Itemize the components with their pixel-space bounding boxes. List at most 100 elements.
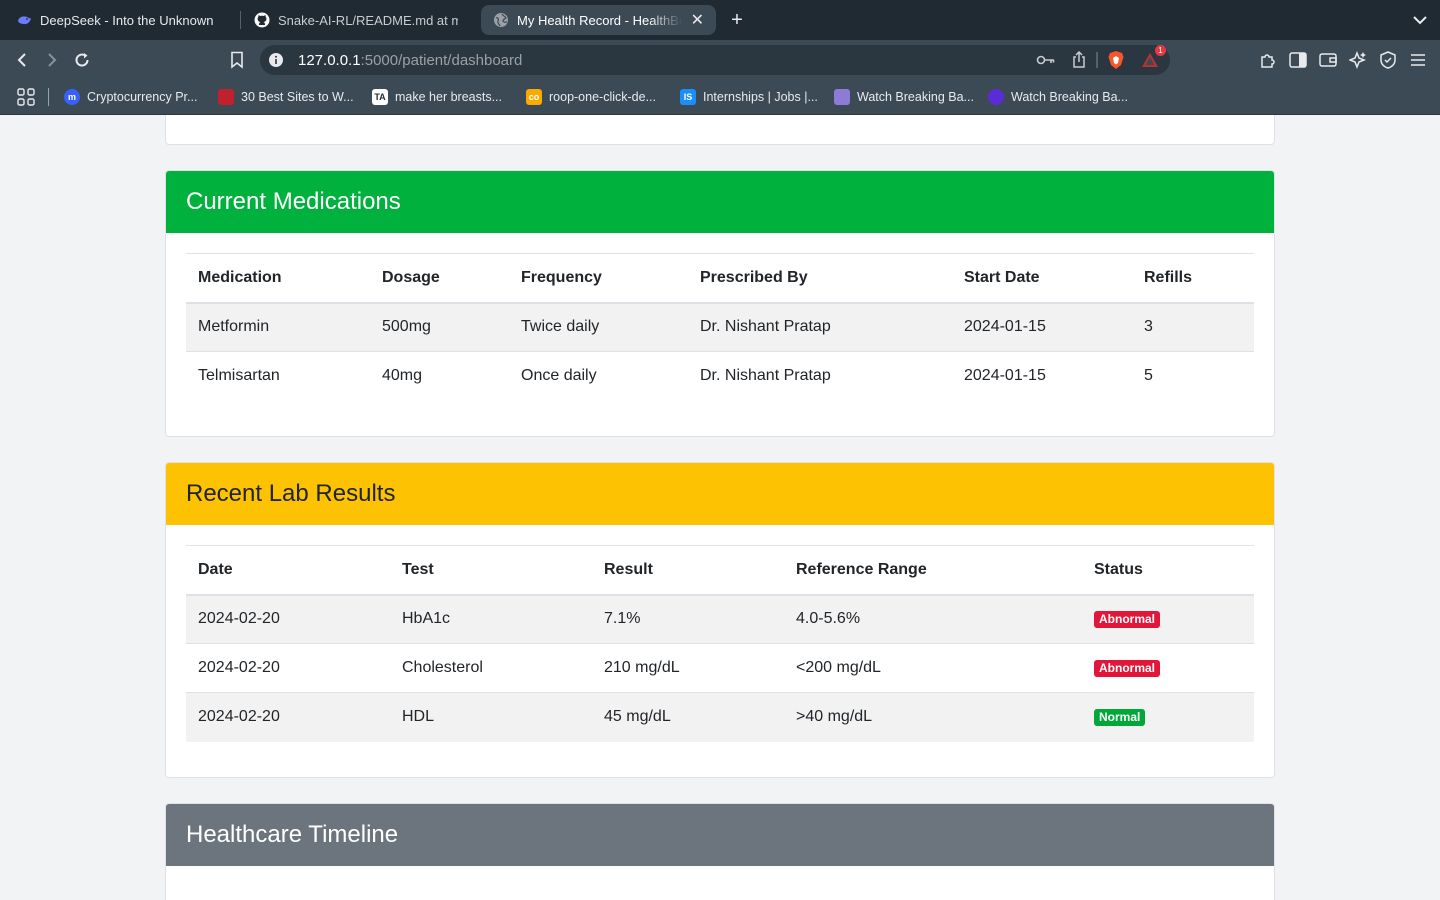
tab-title: My Health Record - HealthBridge — [517, 12, 682, 28]
tab-github[interactable]: Snake-AI-RL/README.md at main — [242, 5, 470, 35]
medications-card: Current Medications Medication Dosage Fr… — [165, 170, 1275, 437]
medications-title: Current Medications — [186, 188, 401, 215]
timeline-header: Healthcare Timeline — [166, 804, 1274, 866]
bookmark-item[interactable]: IS Internships | Jobs |... — [680, 88, 818, 106]
col-start-date: Start Date — [952, 253, 1132, 304]
medication-prescriber: Dr. Nishant Pratap — [700, 367, 831, 385]
url-text: 127.0.0.1:5000/patient/dashboard — [298, 52, 522, 69]
lab-reference-range: >40 mg/dL — [784, 692, 1082, 742]
site-info-icon[interactable] — [268, 52, 284, 68]
lab-results-table: Date Test Result Reference Range Status … — [186, 545, 1254, 742]
col-status: Status — [1082, 545, 1254, 596]
tab-health-record[interactable]: My Health Record - HealthBridge ✕ — [481, 5, 716, 35]
bookmark-label: Watch Breaking Ba... — [857, 90, 974, 104]
menu-icon[interactable] — [1406, 48, 1430, 72]
chevron-down-icon[interactable] — [1410, 8, 1430, 32]
col-prescribed-by: Prescribed By — [688, 253, 952, 304]
bookmark-item[interactable]: co roop-one-click-de... — [526, 88, 656, 106]
col-reference-range: Reference Range — [784, 545, 1082, 596]
medication-refills: 3 — [1132, 302, 1254, 352]
sidebar-icon[interactable] — [1286, 48, 1310, 72]
lab-results-card: Recent Lab Results Date Test Result Refe… — [165, 462, 1275, 778]
lab-test: HbA1c — [390, 594, 592, 644]
col-date: Date — [186, 545, 390, 596]
brave-shields-icon[interactable] — [1104, 49, 1128, 71]
medication-prescriber: Dr. Nishant Pratap — [688, 302, 952, 352]
bookmark-label: Internships | Jobs |... — [703, 90, 818, 104]
omnibox-divider — [1096, 52, 1098, 68]
patient-dashboard: Current Medications Medication Dosage Fr… — [0, 115, 1440, 900]
medication-frequency: Once daily — [521, 367, 597, 385]
forward-icon[interactable] — [40, 48, 64, 72]
medication-name: Telmisartan — [198, 367, 280, 385]
lab-date: 2024-02-20 — [186, 643, 390, 693]
film-icon — [834, 89, 850, 105]
previous-card — [165, 115, 1275, 145]
col-result: Result — [592, 545, 784, 596]
bookmark-item[interactable]: Watch Breaking Ba... — [988, 88, 1128, 106]
lab-reference-range: <200 mg/dL — [784, 643, 1082, 693]
apps-grid-icon[interactable] — [17, 88, 35, 106]
bookmark-item[interactable]: 30 Best Sites to W... — [218, 88, 354, 106]
col-test: Test — [390, 545, 592, 596]
bookmark-item[interactable]: m Cryptocurrency Pr... — [64, 88, 197, 106]
bookmark-item[interactable]: Watch Breaking Ba... — [834, 88, 974, 106]
timeline-title: Healthcare Timeline — [186, 821, 399, 848]
table-row: 2024-02-20 HbA1c 7.1% 4.0-5.6% Abnormal — [186, 594, 1254, 644]
share-icon[interactable] — [1068, 49, 1090, 71]
close-icon[interactable]: ✕ — [683, 10, 704, 30]
tab-title: DeepSeek - Into the Unknown — [40, 12, 214, 28]
bookmark-site-icon — [218, 89, 234, 105]
lab-test: Cholesterol — [390, 643, 592, 693]
tab-separator — [240, 11, 241, 29]
lab-status-cell: Abnormal — [1082, 594, 1254, 644]
tab-bar: DeepSeek - Into the Unknown Snake-AI-RL/… — [0, 0, 1440, 40]
lab-results-header: Recent Lab Results — [166, 463, 1274, 525]
globe-icon — [493, 12, 509, 28]
bookmark-label: make her breasts... — [395, 90, 502, 104]
medication-start-date: 2024-01-15 — [952, 302, 1132, 352]
status-badge: Abnormal — [1094, 660, 1161, 677]
medication-start-date: 2024-01-15 — [964, 367, 1046, 385]
extensions-icon[interactable] — [1256, 48, 1280, 72]
github-icon — [254, 12, 270, 28]
play-icon — [988, 89, 1004, 105]
bookmark-label: Cryptocurrency Pr... — [87, 90, 198, 104]
browser-toolbar: 127.0.0.1:5000/patient/dashboard 1 — [0, 40, 1440, 80]
coinmarketcap-icon: m — [64, 89, 80, 105]
tab-deepseek[interactable]: DeepSeek - Into the Unknown — [4, 5, 234, 35]
lab-results-title: Recent Lab Results — [186, 480, 396, 507]
tab-title: Snake-AI-RL/README.md at main — [278, 12, 458, 28]
lab-status-cell: Abnormal — [1082, 643, 1254, 693]
lab-result: 45 mg/dL — [592, 692, 784, 742]
leo-ai-icon[interactable] — [1346, 48, 1370, 72]
status-badge: Normal — [1094, 709, 1146, 727]
reload-icon[interactable] — [70, 48, 94, 72]
col-refills: Refills — [1132, 253, 1254, 304]
url-host: 127.0.0.1 — [298, 51, 361, 69]
ta-icon: TA — [372, 89, 388, 105]
bookmark-icon[interactable] — [225, 48, 249, 72]
col-medication: Medication — [186, 253, 370, 304]
new-tab-button[interactable]: + — [726, 6, 748, 34]
address-bar[interactable]: 127.0.0.1:5000/patient/dashboard 1 — [260, 45, 1170, 75]
deepseek-whale-icon — [16, 12, 32, 28]
bookmark-label: roop-one-click-de... — [549, 90, 656, 104]
lab-result: 7.1% — [592, 594, 784, 644]
lab-status-cell: Normal — [1082, 692, 1254, 742]
table-row: 2024-02-20 Cholesterol 210 mg/dL <200 mg… — [186, 643, 1254, 693]
bookmark-label: 30 Best Sites to W... — [241, 90, 354, 104]
table-row: Metformin 500mg Twice daily Dr. Nishant … — [186, 302, 1254, 352]
internshala-icon: IS — [680, 89, 696, 105]
status-badge: Abnormal — [1094, 611, 1161, 629]
wallet-icon[interactable] — [1316, 48, 1340, 72]
medications-header: Current Medications — [166, 171, 1274, 233]
bookmark-item[interactable]: TA make her breasts... — [372, 88, 502, 106]
table-row: Telmisartan 40mg Once daily Dr. Nishant … — [186, 352, 1254, 401]
brave-rewards-icon[interactable]: 1 — [1138, 45, 1166, 71]
vpn-shield-icon[interactable] — [1376, 48, 1400, 72]
key-icon[interactable] — [1034, 49, 1058, 71]
colab-icon: co — [526, 89, 542, 105]
lab-test: HDL — [390, 692, 592, 742]
back-icon[interactable] — [10, 48, 34, 72]
